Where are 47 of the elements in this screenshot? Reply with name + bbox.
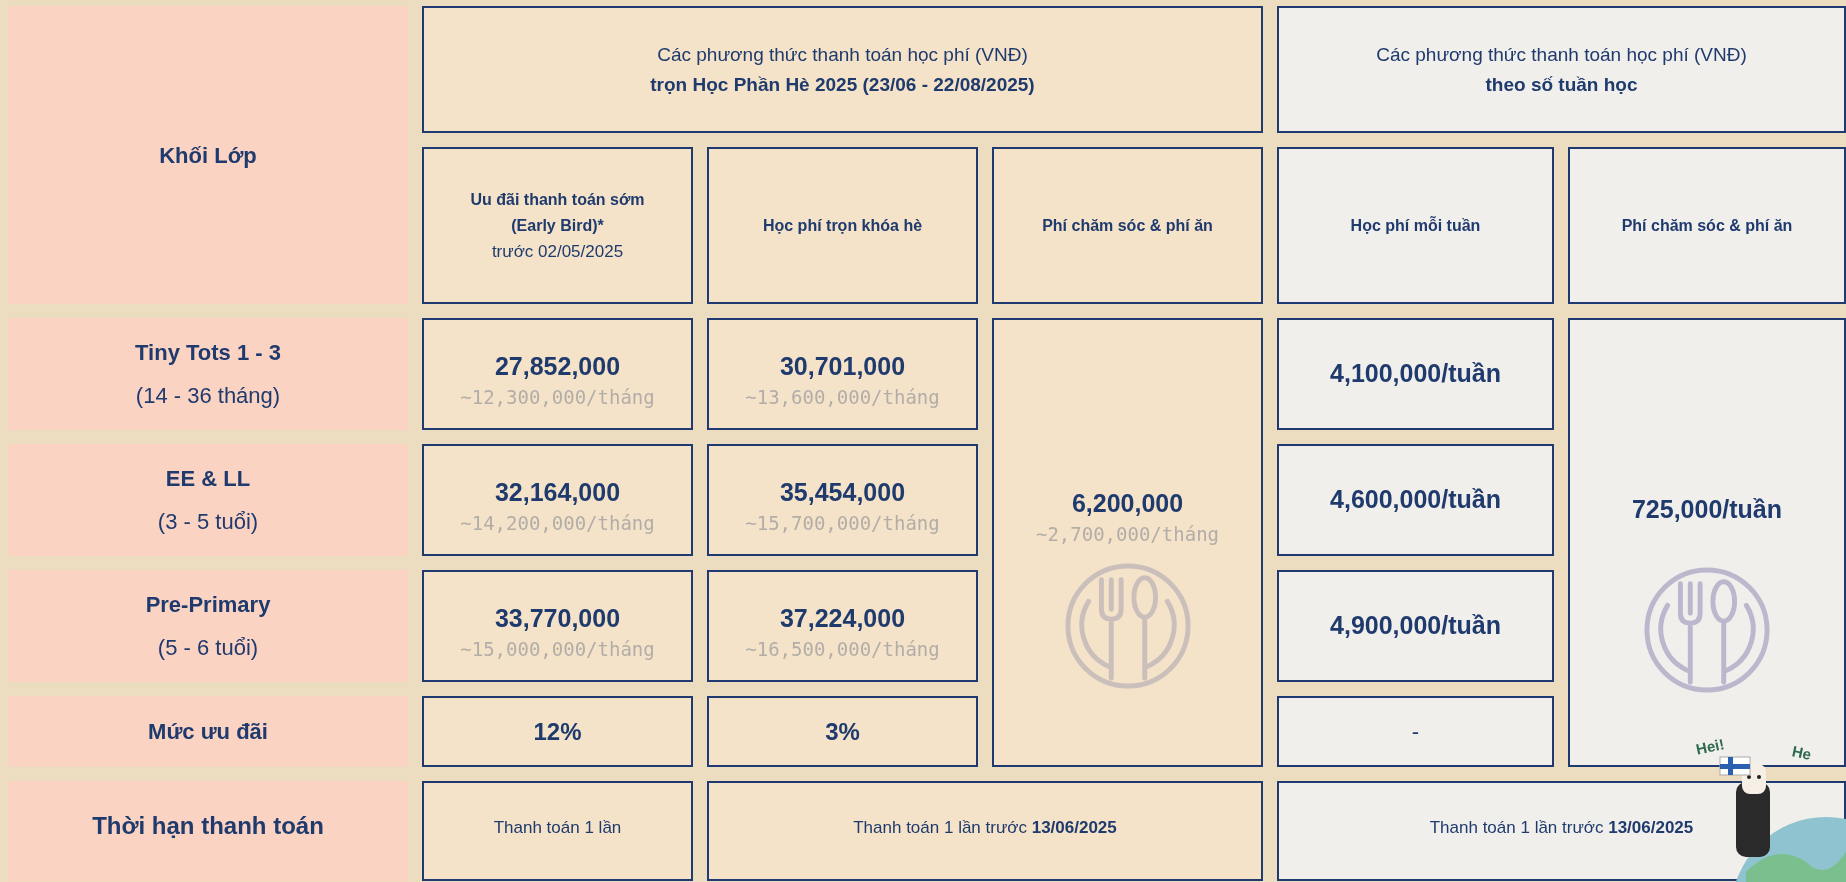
- grade-name: Tiny Tots 1 - 3: [135, 339, 281, 367]
- price-amount: 6,200,000: [1071, 487, 1184, 519]
- column-note: trước 02/05/2025: [491, 240, 624, 263]
- row-label: Mức ưu đãi: [148, 718, 268, 746]
- column-title: Học phí trọn khóa hè: [762, 215, 923, 236]
- discount-value: 3%: [825, 716, 860, 747]
- discount-value: 12%: [533, 716, 582, 747]
- speech-text: Hei!: [1693, 734, 1727, 760]
- fork-spoon-plate-icon: [1063, 561, 1192, 690]
- price-amount: 33,770,000: [494, 603, 621, 634]
- column-title: Uu đãi thanh toán sớm (Early Bird)*: [469, 189, 646, 236]
- speech-text: He: [1789, 741, 1814, 765]
- weekly-price: 4,100,000/tuần: [1330, 358, 1501, 390]
- monthly-price: ~2,700,000/tháng: [1036, 521, 1219, 547]
- price-amount: 35,454,000: [779, 477, 906, 508]
- weekly-price: 4,900,000/tuần: [1330, 610, 1501, 642]
- fork-spoon-plate-icon: [1643, 565, 1771, 694]
- price-amount: 30,701,000: [779, 351, 906, 382]
- price-amount: 32,164,000: [494, 477, 621, 508]
- header-text: Các phương thức thanh toán học phí (VNĐ): [657, 42, 1028, 67]
- monthly-price: ~12,300,000/tháng: [460, 385, 655, 410]
- column-title: Phí chăm sóc & phí ăn: [1621, 215, 1793, 236]
- column-title: Học phí mỗi tuần: [1350, 215, 1481, 236]
- grade-age: (3 - 5 tuổi): [157, 508, 259, 536]
- monthly-price: ~15,000,000/tháng: [460, 637, 655, 662]
- grade-age: (14 - 36 tháng): [135, 382, 281, 410]
- monthly-price: ~13,600,000/tháng: [745, 385, 940, 410]
- grade-name: EE & LL: [165, 465, 251, 493]
- header-text: trọn Học Phần Hè 2025 (23/06 - 22/08/2025): [650, 72, 1035, 97]
- monthly-price: ~14,200,000/tháng: [460, 511, 655, 536]
- deadline-text: Thanh toán 1 lần trước 13/06/2025: [853, 817, 1117, 839]
- row-label: Thời hạn thanh toán: [92, 811, 324, 841]
- deadline-text: Thanh toán 1 lần: [493, 817, 622, 839]
- column-title: Phí chăm sóc & phí ăn: [1042, 215, 1213, 236]
- column-header: Khối Lớp: [159, 141, 257, 170]
- deadline-text: Thanh toán 1 lần trước 13/06/2025: [1429, 817, 1694, 839]
- monthly-price: ~15,700,000/tháng: [745, 511, 940, 536]
- weekly-price: 725,000/tuần: [1631, 493, 1783, 525]
- price-amount: 27,852,000: [494, 351, 621, 382]
- discount-value: -: [1411, 718, 1420, 746]
- header-text: Các phương thức thanh toán học phí (VNĐ): [1376, 42, 1747, 67]
- weekly-price: 4,600,000/tuần: [1330, 484, 1501, 516]
- grade-name: Pre-Primary: [145, 591, 271, 619]
- price-amount: 37,224,000: [779, 603, 906, 634]
- grade-age: (5 - 6 tuổi): [157, 634, 259, 662]
- monthly-price: ~16,500,000/tháng: [745, 637, 940, 662]
- header-text: theo số tuần học: [1485, 72, 1638, 97]
